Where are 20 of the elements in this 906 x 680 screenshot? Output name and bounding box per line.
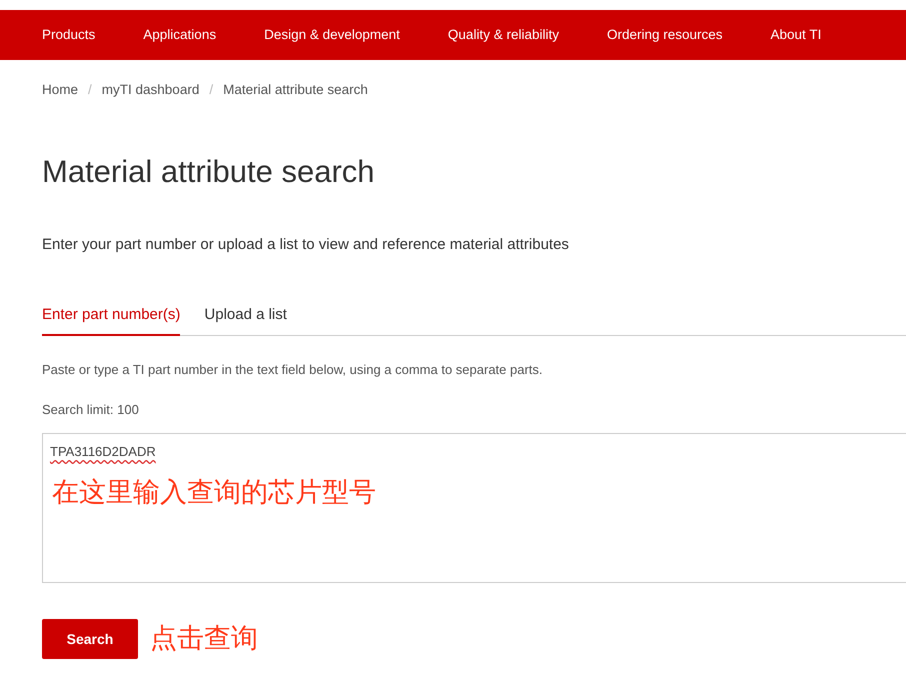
nav-link[interactable]: Quality & reliability — [448, 24, 559, 46]
annotation-text: 在这里输入查询的芯片型号 — [52, 476, 376, 510]
breadcrumb-current: Material attribute search — [223, 81, 368, 99]
search-button[interactable]: Search — [42, 619, 138, 660]
nav-link[interactable]: About TI — [770, 24, 822, 46]
annotation-text: 点击查询 — [150, 622, 258, 656]
intro-text: Enter your part number or upload a list to view and reference material attributes — [42, 235, 570, 256]
page-title: Material attribute search — [42, 153, 376, 190]
tab[interactable]: Upload a list — [204, 304, 287, 336]
tab[interactable]: Enter part number(s) — [42, 304, 180, 336]
breadcrumb-separator: / — [209, 81, 214, 99]
nav-link[interactable]: Applications — [143, 24, 216, 46]
search-limit-text: Search limit: 100 — [42, 400, 140, 419]
help-text: Paste or type a TI part number in the text field below, using a comma to separate parts. — [42, 361, 544, 380]
breadcrumb-separator: / — [88, 81, 92, 99]
breadcrumb-link[interactable]: myTI dashboard — [102, 80, 200, 100]
breadcrumb-link[interactable]: Home — [42, 80, 78, 100]
nav-link[interactable]: Ordering resources — [606, 24, 723, 46]
nav-link[interactable]: Products — [42, 24, 96, 46]
nav-link[interactable]: Design & development — [264, 24, 400, 46]
